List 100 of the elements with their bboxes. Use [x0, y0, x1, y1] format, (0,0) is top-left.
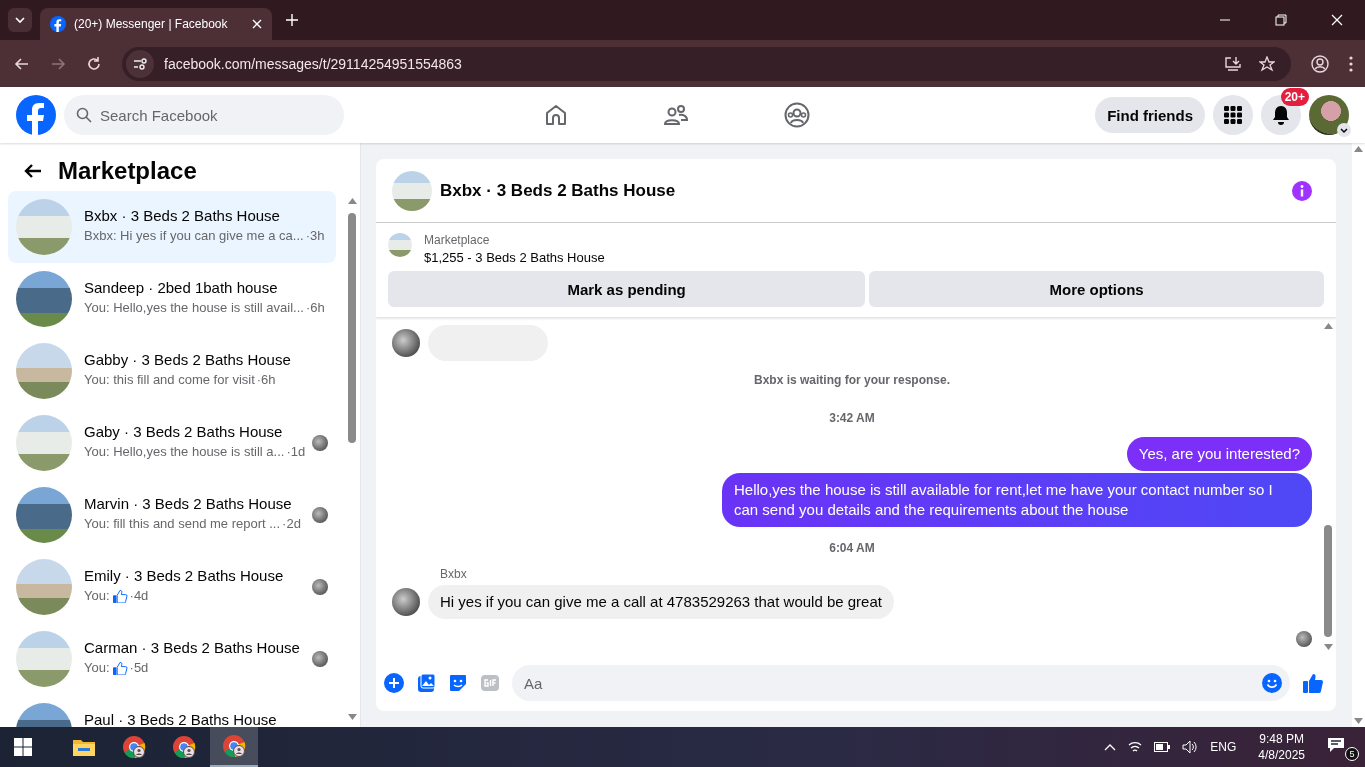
message-bubble: Hello,yes the house is still available for rent,let me have your contact number so I can send you details and the requirements about the house — [722, 473, 1312, 527]
windows-start-icon[interactable] — [14, 738, 32, 756]
conversation-item[interactable]: Marvin · 3 Beds 2 Baths House You: fill this and send me report ...·2d — [8, 479, 336, 551]
thumbs-up-icon[interactable] — [1302, 672, 1324, 694]
scroll-down-arrow-icon[interactable] — [347, 714, 357, 720]
house-photo — [16, 199, 72, 255]
reload-icon[interactable] — [86, 55, 102, 72]
scroll-up-arrow-icon[interactable] — [1323, 323, 1333, 329]
scroll-up-arrow-icon[interactable] — [1354, 146, 1363, 152]
notification-count: 5 — [1345, 747, 1359, 761]
conversation-item[interactable]: Gabby · 3 Beds 2 Baths House You: this fill and come for visit·6h — [8, 335, 336, 407]
friends-icon[interactable] — [664, 103, 688, 127]
image-icon[interactable] — [416, 673, 436, 693]
bookmark-star-icon[interactable] — [1259, 55, 1275, 72]
profile-avatar[interactable] — [1309, 95, 1349, 135]
forward-arrow-icon[interactable] — [50, 55, 66, 72]
tab-search-button[interactable] — [8, 8, 32, 32]
language-indicator[interactable]: ENG — [1210, 740, 1237, 754]
message-time: ·2d — [282, 516, 301, 531]
mark-as-pending-button[interactable]: Mark as pending — [388, 271, 866, 307]
conversation-title: Paul · 3 Beds 2 Baths House — [84, 711, 278, 727]
conversation-title: Gabby · 3 Beds 2 Baths House — [84, 351, 292, 368]
scrollbar-thumb[interactable] — [348, 213, 356, 443]
conversation-item[interactable]: Emily · 3 Beds 2 Baths House You: ·4d — [8, 551, 336, 623]
timestamp: 3:42 AM — [829, 411, 875, 425]
speaker-icon[interactable] — [1182, 740, 1199, 754]
emoji-icon[interactable] — [1262, 673, 1282, 693]
message-bubble: Yes, are you interested? — [1126, 437, 1312, 471]
message-time: ·4d — [129, 588, 149, 603]
profile-icon[interactable] — [1311, 54, 1329, 73]
facebook-logo-icon[interactable] — [16, 95, 56, 135]
message-time: ·5d — [129, 660, 149, 675]
message-time: ·6h — [256, 372, 276, 387]
clock-date[interactable]: 4/8/2025 — [1258, 748, 1305, 762]
battery-icon[interactable] — [1154, 742, 1171, 752]
search-field[interactable]: Search Facebook — [64, 95, 344, 135]
close-icon[interactable] — [1331, 14, 1343, 26]
restore-icon[interactable] — [1275, 14, 1287, 26]
thumbs-up-icon — [111, 660, 128, 675]
site-settings-icon[interactable] — [126, 49, 154, 78]
notification-badge: 20+ — [1280, 88, 1309, 106]
conversation-title: Bxbx · 3 Beds 2 Baths House — [84, 207, 281, 224]
sender-avatar — [392, 588, 420, 616]
conversation-item[interactable]: Bxbx · 3 Beds 2 Baths House Bxbx: Hi yes if you can give me a ca...·3h — [8, 191, 336, 263]
tab-title: (20+) Messenger | Facebook — [74, 17, 229, 31]
scroll-up-arrow-icon[interactable] — [347, 198, 357, 204]
conversation-item[interactable]: Carman · 3 Beds 2 Baths House You: ·5d — [8, 623, 336, 695]
close-icon[interactable] — [252, 19, 262, 29]
sticker-icon[interactable] — [448, 673, 468, 693]
back-arrow-icon[interactable] — [24, 163, 42, 179]
chevron-up-icon[interactable] — [1104, 743, 1117, 751]
more-options-button[interactable]: More options — [869, 271, 1324, 307]
marketplace-heading: Marketplace — [58, 157, 197, 185]
url-text: facebook.com/messages/t/29114254951554863 — [164, 55, 462, 72]
house-photo — [16, 631, 72, 687]
browser-icon — [222, 734, 246, 758]
chat-title[interactable]: Bxbx · 3 Beds 2 Baths House — [440, 180, 676, 201]
listing-label: Marketplace — [424, 233, 491, 247]
message-preview: You: Hello,yes the house is still avail... — [84, 300, 304, 315]
conversation-title: Marvin · 3 Beds 2 Baths House — [84, 495, 293, 512]
scroll-down-arrow-icon[interactable] — [1354, 718, 1363, 724]
house-photo — [392, 170, 432, 211]
browser-tab[interactable]: (20+) Messenger | Facebook — [40, 8, 272, 40]
thumbs-up-icon — [111, 588, 128, 603]
house-photo — [16, 487, 72, 543]
message-field[interactable]: Aa — [512, 665, 1290, 701]
back-arrow-icon[interactable] — [14, 55, 30, 72]
address-bar[interactable]: facebook.com/messages/t/29114254951554863 — [122, 46, 1291, 81]
menu-icon[interactable] — [1349, 55, 1353, 72]
browser-icon — [122, 735, 146, 759]
search-icon — [76, 107, 92, 123]
caret-icon — [14, 14, 26, 26]
taskbar-app[interactable] — [210, 727, 258, 767]
browser-icon — [172, 735, 196, 759]
conversation-item[interactable]: Gaby · 3 Beds 2 Baths House You: Hello,yes the house is still a...·1d — [8, 407, 336, 479]
menu-button[interactable] — [1213, 95, 1253, 135]
conversation-item[interactable]: Sandeep · 2bed 1bath house You: Hello,yes the house is still avail...·6h — [8, 263, 336, 335]
groups-icon[interactable] — [784, 102, 810, 128]
conversation-title: Gaby · 3 Beds 2 Baths House — [84, 423, 284, 440]
notification-center-icon[interactable] — [1327, 737, 1345, 753]
scrollbar-thumb[interactable] — [1324, 525, 1332, 637]
read-receipt-avatar — [1296, 631, 1312, 647]
facebook-logo-icon — [50, 16, 66, 32]
message-time: ·3h — [305, 228, 325, 243]
info-icon[interactable] — [1292, 180, 1312, 201]
caret-icon[interactable] — [1337, 123, 1351, 137]
listing-title: $1,255 - 3 Beds 2 Baths House — [424, 250, 605, 265]
find-friends-button[interactable]: Find friends — [1095, 97, 1205, 133]
home-icon[interactable] — [544, 103, 568, 127]
wifi-icon[interactable] — [1128, 741, 1143, 753]
plus-icon[interactable] — [286, 14, 298, 26]
conversation-title: Carman · 3 Beds 2 Baths House — [84, 639, 300, 656]
scroll-down-arrow-icon[interactable] — [1323, 644, 1333, 650]
sender-name: Bxbx — [440, 567, 467, 581]
house-photo — [388, 233, 412, 257]
install-app-icon[interactable] — [1225, 55, 1241, 72]
message-preview: You: this fill and come for visit — [84, 372, 255, 387]
conversation-title: Emily · 3 Beds 2 Baths House — [84, 567, 285, 584]
clock-time[interactable]: 9:48 PM — [1259, 732, 1304, 746]
message-preview: You: — [84, 660, 110, 675]
